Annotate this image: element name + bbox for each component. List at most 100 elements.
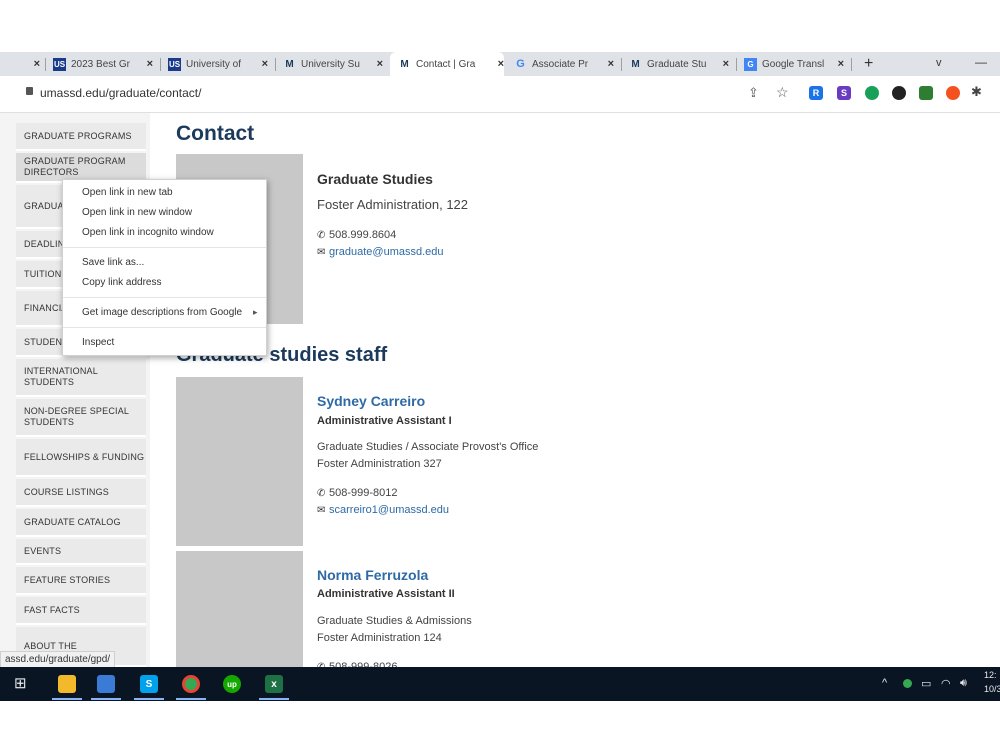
menu-item-save-link[interactable]: Save link as... xyxy=(82,257,144,268)
tab-1[interactable]: US 2023 Best Gr × xyxy=(53,52,153,76)
tab-title: Associate Pr xyxy=(532,58,589,70)
tab-3[interactable]: M University Su × xyxy=(283,52,383,76)
staff-phone: 508-999-8012 xyxy=(329,487,398,499)
close-tab-icon[interactable]: × xyxy=(723,58,729,70)
staff-role: Administrative Assistant II xyxy=(317,588,455,600)
staff-email-row: ✉ scarreiro1@umassd.edu xyxy=(317,500,449,518)
translate-icon: G xyxy=(744,57,757,71)
share-icon[interactable]: ⇪ xyxy=(748,85,759,101)
sidebar-item-international-students[interactable]: INTERNATIONAL STUDENTS xyxy=(16,359,146,397)
page-title: Contact xyxy=(176,122,255,145)
extension-orange-icon[interactable] xyxy=(946,86,960,100)
tab-5[interactable]: G Associate Pr × xyxy=(514,52,614,76)
running-indicator xyxy=(176,698,206,700)
sidebar-item-fellowships[interactable]: FELLOWSHIPS & FUNDING xyxy=(16,439,146,477)
taskbar: ⊞ S up x ^ ▭ ◠ 🔊︎ 12: 10/3 xyxy=(0,667,1000,701)
menu-item-open-incognito[interactable]: Open link in incognito window xyxy=(82,227,214,238)
menu-separator xyxy=(63,247,266,248)
staff-office: Foster Administration 327 xyxy=(317,458,442,470)
office-address: Foster Administration, 122 xyxy=(317,197,469,212)
tray-caret-icon[interactable]: ^ xyxy=(882,677,887,689)
menu-separator xyxy=(63,327,266,328)
running-indicator xyxy=(134,698,164,700)
office-phone: 508.999.8604 xyxy=(329,229,397,241)
upwork-icon[interactable]: up xyxy=(223,675,241,693)
tab-title: Graduate Stu xyxy=(647,58,707,70)
extension-dark-icon[interactable] xyxy=(892,86,906,100)
sidebar-item-graduate-catalog[interactable]: GRADUATE CATALOG xyxy=(16,509,146,537)
tab-title: University of xyxy=(186,58,242,70)
office-email-row: ✉ graduate@umassd.edu xyxy=(317,242,444,260)
staff-dept: Graduate Studies / Associate Provost's O… xyxy=(317,441,539,453)
sidebar-item-events[interactable]: EVENTS xyxy=(16,539,146,565)
umassd-icon: M xyxy=(285,58,294,70)
grammarly-icon[interactable] xyxy=(865,86,879,100)
skype-icon[interactable]: S xyxy=(140,675,158,693)
tab-strip: × US 2023 Best Gr × US University of × M… xyxy=(0,52,1000,76)
close-tab-icon[interactable]: × xyxy=(498,58,504,70)
sidebar-item-fast-facts[interactable]: FAST FACTS xyxy=(16,597,146,625)
close-tab-icon[interactable]: × xyxy=(262,58,268,70)
tab-title: University Su xyxy=(301,58,360,70)
tab-title: Google Transl xyxy=(762,58,825,70)
phone-icon: ✆ xyxy=(317,230,326,241)
new-tab-icon[interactable]: + xyxy=(864,55,873,73)
office-email-link[interactable]: graduate@umassd.edu xyxy=(329,246,444,258)
chrome-icon[interactable] xyxy=(182,675,200,693)
wifi-icon[interactable]: ◠ xyxy=(941,677,951,690)
umassd-icon: M xyxy=(631,58,640,70)
staff-photo xyxy=(176,377,303,546)
sidebar-item-graduate-programs[interactable]: GRADUATE PROGRAMS xyxy=(16,123,146,151)
tab-0[interactable]: × xyxy=(0,52,40,76)
lock-icon xyxy=(26,87,33,95)
staff-phone-row: ✆ 508-999-8012 xyxy=(317,483,398,501)
menu-item-open-new-tab[interactable]: Open link in new tab xyxy=(82,187,173,198)
url-field[interactable]: umassd.edu/graduate/contact/ xyxy=(40,86,201,100)
address-bar: umassd.edu/graduate/contact/ ⇪ ☆ R S ✱ xyxy=(0,76,1000,113)
staff-photo xyxy=(176,551,303,667)
staff-name-link[interactable]: Norma Ferruzola xyxy=(317,567,428,583)
tray-green-icon[interactable] xyxy=(903,679,912,688)
usnews-icon: US xyxy=(168,57,181,71)
tab-7[interactable]: G Google Transl × xyxy=(744,52,844,76)
file-explorer-icon[interactable] xyxy=(58,675,76,693)
computer-icon[interactable] xyxy=(97,675,115,693)
tab-2[interactable]: US University of × xyxy=(168,52,268,76)
menu-item-inspect[interactable]: Inspect xyxy=(82,337,114,348)
extension-r-icon[interactable]: R xyxy=(809,86,823,100)
envelope-icon: ✉ xyxy=(317,505,326,516)
minimize-icon[interactable]: — xyxy=(975,55,987,69)
sidebar-item-feature-stories[interactable]: FEATURE STORIES xyxy=(16,567,146,595)
extensions-puzzle-icon[interactable]: ✱ xyxy=(971,84,982,100)
usnews-icon: US xyxy=(53,57,66,71)
extension-green-icon[interactable] xyxy=(919,86,933,100)
tab-6[interactable]: M Graduate Stu × xyxy=(629,52,729,76)
extension-s-icon[interactable]: S xyxy=(837,86,851,100)
clock-date[interactable]: 10/3 xyxy=(984,684,1000,694)
context-menu: Open link in new tab Open link in new wi… xyxy=(62,179,267,356)
phone-icon: ✆ xyxy=(317,488,326,499)
sidebar-item-non-degree[interactable]: NON-DEGREE SPECIAL STUDENTS xyxy=(16,399,146,437)
close-tab-icon[interactable]: × xyxy=(608,58,614,70)
sidebar-item-course-listings[interactable]: COURSE LISTINGS xyxy=(16,479,146,507)
menu-item-image-descriptions[interactable]: Get image descriptions from Google xyxy=(82,307,242,318)
tab-search-icon[interactable]: v xyxy=(936,57,942,69)
close-tab-icon[interactable]: × xyxy=(377,58,383,70)
battery-icon[interactable]: ▭ xyxy=(921,677,931,690)
tab-title: 2023 Best Gr xyxy=(71,58,130,70)
clock-time[interactable]: 12: xyxy=(984,670,997,680)
menu-item-copy-link[interactable]: Copy link address xyxy=(82,277,161,288)
menu-item-open-new-window[interactable]: Open link in new window xyxy=(82,207,192,218)
excel-icon[interactable]: x xyxy=(265,675,283,693)
close-tab-icon[interactable]: × xyxy=(147,58,153,70)
close-tab-icon[interactable]: × xyxy=(838,58,844,70)
staff-email-link[interactable]: scarreiro1@umassd.edu xyxy=(329,504,449,516)
close-tab-icon[interactable]: × xyxy=(34,58,40,70)
submenu-arrow-icon: ▸ xyxy=(253,307,258,317)
tab-4-active[interactable]: M Contact | Gra × xyxy=(390,52,504,76)
staff-name-link[interactable]: Sydney Carreiro xyxy=(317,393,425,409)
volume-icon[interactable]: 🔊︎ xyxy=(960,677,967,690)
task-view-icon[interactable]: ⊞ xyxy=(14,674,27,692)
bookmark-star-icon[interactable]: ☆ xyxy=(776,84,789,101)
running-indicator xyxy=(52,698,82,700)
